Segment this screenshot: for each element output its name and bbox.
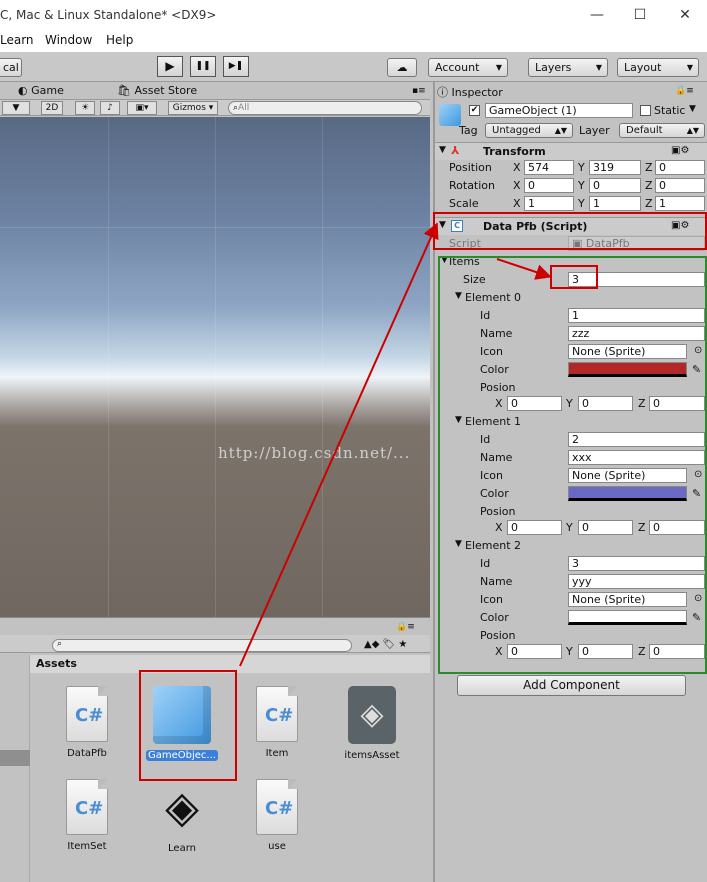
arrow-to-script: [239, 222, 439, 667]
annotation-arrows: [239, 222, 552, 667]
arrow-to-size: [496, 258, 552, 280]
